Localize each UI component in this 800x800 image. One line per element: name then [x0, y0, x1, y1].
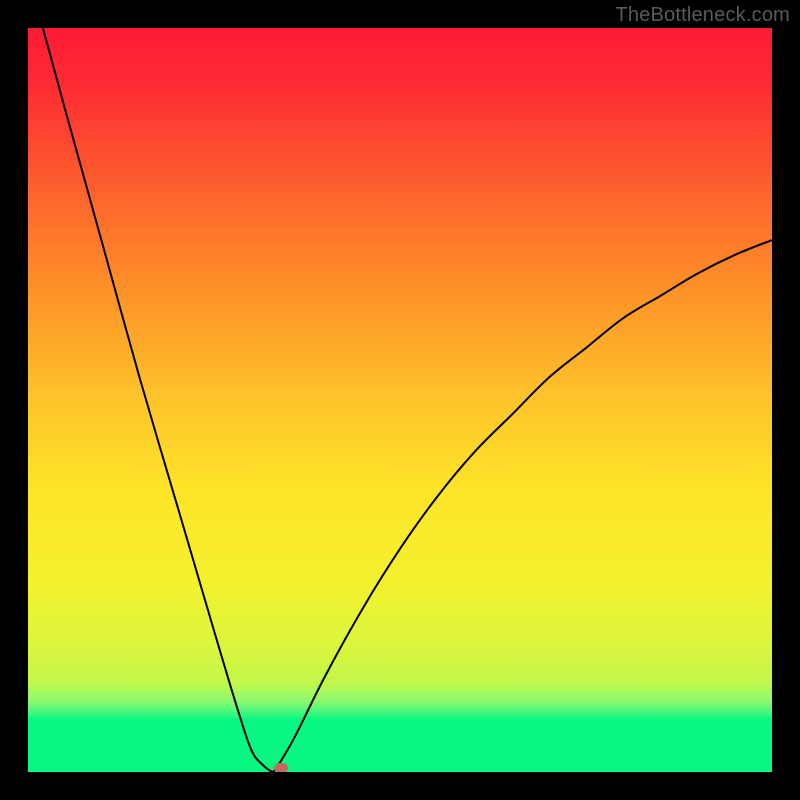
- chart-svg: [28, 28, 772, 772]
- minimum-marker: [274, 763, 288, 772]
- plot-area: [28, 28, 772, 772]
- watermark-label: TheBottleneck.com: [615, 4, 790, 27]
- chart-frame: TheBottleneck.com: [0, 0, 800, 800]
- gradient-background: [28, 28, 772, 772]
